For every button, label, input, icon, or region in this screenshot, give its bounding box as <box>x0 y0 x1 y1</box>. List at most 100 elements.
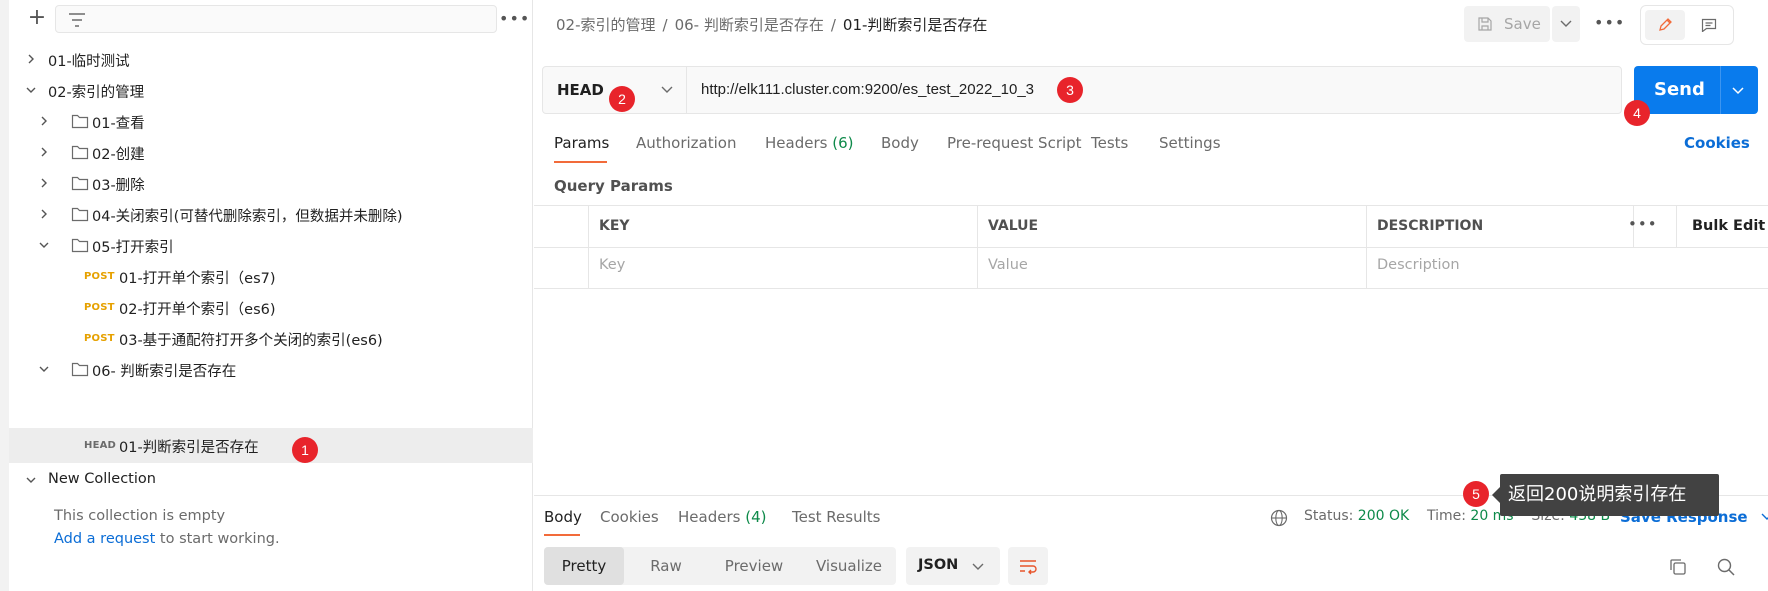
chevron-right-icon[interactable] <box>24 52 38 66</box>
add-request-suffix: to start working. <box>155 531 280 547</box>
chevron-down-icon[interactable] <box>37 238 51 252</box>
tree-item-folder[interactable]: 02-创建 <box>9 135 533 170</box>
tree-item-label: 01-判断索引是否存在 <box>119 440 259 456</box>
time-label: Time: <box>1426 508 1466 524</box>
send-label: Send <box>1654 79 1705 100</box>
tree-item-label: 01-查看 <box>92 116 145 132</box>
tree-item-collection[interactable]: 01-临时测试 <box>9 42 533 77</box>
breadcrumb-collection[interactable]: 02-索引的管理 <box>556 16 656 34</box>
query-params-title: Query Params <box>554 177 673 195</box>
tab-settings[interactable]: Settings <box>1159 134 1221 152</box>
empty-collection-text: This collection is empty <box>54 508 226 524</box>
active-response-tab-indicator <box>544 534 580 536</box>
documentation-button[interactable] <box>1689 10 1729 40</box>
filter-input[interactable] <box>55 5 497 33</box>
tree-item-folder[interactable]: 01-查看 <box>9 104 533 139</box>
annotation-badge-1: 1 <box>292 437 318 463</box>
response-headers-label: Headers <box>678 508 741 526</box>
column-description: DESCRIPTION <box>1377 218 1484 234</box>
tree-item-label: 04-关闭索引(可替代删除索引，但数据并未删除) <box>92 209 403 225</box>
comment-icon <box>1701 18 1717 32</box>
add-request-line: Add a request to start working. <box>54 531 280 547</box>
folder-icon <box>71 145 89 160</box>
tab-headers[interactable]: Headers (6) <box>765 134 853 152</box>
tree-item-folder[interactable]: 05-打开索引 <box>9 228 533 263</box>
tab-tests[interactable]: Tests <box>1091 134 1128 152</box>
chevron-right-icon[interactable] <box>37 145 51 159</box>
response-tab-cookies[interactable]: Cookies <box>600 508 659 526</box>
response-tab-test-results[interactable]: Test Results <box>792 508 880 526</box>
tree-item-label: New Collection <box>48 471 156 487</box>
postman-app: + ••• 01-临时测试 02-索引的管理 01-查看 02-创建 03-删除… <box>0 0 1768 591</box>
copy-icon[interactable] <box>1668 557 1688 577</box>
url-input[interactable]: http://elk111.cluster.com:9200/es_test_2… <box>701 81 1034 98</box>
chevron-right-icon[interactable] <box>37 114 51 128</box>
tree-item-label: 02-打开单个索引（es6) <box>119 302 276 318</box>
tree-item-request[interactable]: POST 02-打开单个索引（es6) <box>9 290 533 325</box>
tree-item-request[interactable]: POST 01-打开单个索引（es7) <box>9 259 533 294</box>
format-preview[interactable]: Preview <box>708 547 800 585</box>
chevron-down-icon <box>1761 513 1768 520</box>
tree-item-request[interactable]: POST 03-基于通配符打开多个关闭的索引(es6) <box>9 321 533 356</box>
tree-item-collection[interactable]: 02-索引的管理 <box>9 73 533 108</box>
sidebar-more-icon[interactable]: ••• <box>499 6 529 32</box>
format-raw[interactable]: Raw <box>626 547 706 585</box>
format-pretty[interactable]: Pretty <box>544 547 624 585</box>
new-collection-plus-icon[interactable]: + <box>24 6 50 32</box>
chevron-right-icon[interactable] <box>37 176 51 190</box>
method-tag: HEAD <box>84 440 117 451</box>
tab-authorization[interactable]: Authorization <box>636 134 736 152</box>
cookies-link[interactable]: Cookies <box>1684 134 1750 152</box>
tree-item-label: 01-临时测试 <box>48 54 130 70</box>
method-tag: POST <box>84 271 115 282</box>
response-format-group: Pretty Raw Preview Visualize <box>544 547 896 585</box>
query-params-table: KEY VALUE DESCRIPTION ••• Bulk Edit Key … <box>534 205 1768 289</box>
search-icon[interactable] <box>1716 557 1736 577</box>
tab-body[interactable]: Body <box>881 134 919 152</box>
format-visualize[interactable]: Visualize <box>802 547 896 585</box>
chevron-down-icon[interactable] <box>37 362 51 376</box>
chevron-down-icon[interactable] <box>24 83 38 97</box>
response-headers-count: (4) <box>745 508 767 526</box>
chevron-down-icon <box>972 563 984 570</box>
tab-headers-label: Headers <box>765 134 828 152</box>
tab-pre-request-script[interactable]: Pre-request Script <box>947 134 1082 152</box>
description-input[interactable]: Description <box>1377 257 1460 273</box>
tree-item-folder[interactable]: 06- 判断索引是否存在 <box>9 352 533 387</box>
tab-params[interactable]: Params <box>554 134 609 152</box>
save-label: Save <box>1504 15 1541 33</box>
chevron-down-icon[interactable] <box>24 473 38 487</box>
breadcrumb-current[interactable]: 01-判断索引是否存在 <box>843 16 988 34</box>
wrap-lines-button[interactable] <box>1008 547 1048 585</box>
bulk-edit-button[interactable]: Bulk Edit <box>1692 218 1765 234</box>
tree-item-folder[interactable]: 03-删除 <box>9 166 533 201</box>
chevron-down-icon[interactable] <box>1732 86 1744 96</box>
tree-item-request-selected[interactable]: HEAD 01-判断索引是否存在 <box>9 428 533 463</box>
response-tab-body[interactable]: Body <box>544 508 582 526</box>
annotation-badge-3: 3 <box>1057 77 1083 103</box>
send-button[interactable]: Send <box>1634 66 1758 114</box>
tree-item-label: 05-打开索引 <box>92 240 174 256</box>
breadcrumb-folder[interactable]: 06- 判断索引是否存在 <box>675 16 824 34</box>
tree-item-collection[interactable]: New Collection <box>9 463 533 498</box>
column-key: KEY <box>599 218 630 234</box>
save-options-button[interactable] <box>1552 6 1580 42</box>
language-select[interactable]: JSON <box>906 547 1000 585</box>
key-input[interactable]: Key <box>599 257 625 273</box>
status-label: Status: <box>1304 508 1354 524</box>
save-icon <box>1478 17 1492 31</box>
method-tag: POST <box>84 333 115 344</box>
more-options-icon[interactable]: ••• <box>1594 8 1624 38</box>
tree-item-folder[interactable]: 04-关闭索引(可替代删除索引，但数据并未删除) <box>9 197 533 232</box>
save-button[interactable]: Save <box>1464 6 1550 42</box>
method-value: HEAD <box>557 81 604 99</box>
edit-mode-button[interactable] <box>1645 10 1685 40</box>
add-request-link[interactable]: Add a request <box>54 531 155 547</box>
value-input[interactable]: Value <box>988 257 1028 273</box>
annotation-tooltip: 返回200说明索引存在 <box>1492 474 1719 516</box>
table-more-icon[interactable]: ••• <box>1628 215 1658 233</box>
chevron-right-icon[interactable] <box>37 207 51 221</box>
status-value[interactable]: 200 OK <box>1358 508 1409 524</box>
response-tab-headers[interactable]: Headers (4) <box>678 508 766 526</box>
globe-icon[interactable] <box>1270 509 1288 527</box>
